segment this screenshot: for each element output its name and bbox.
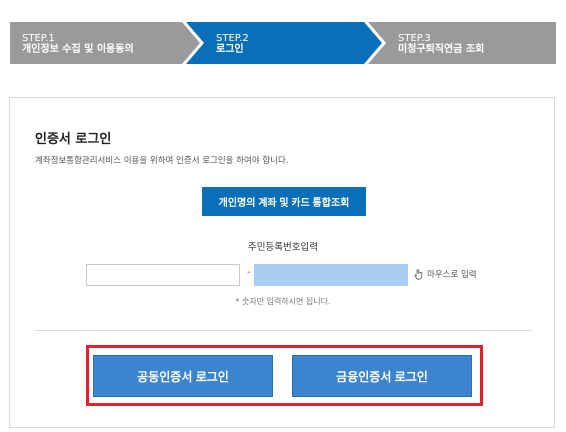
step-progress: STEP.1 개인정보 수집 및 이용동의 STEP.2 로그인 STEP.3 … <box>10 22 556 64</box>
step-1-number: STEP.1 <box>22 33 55 44</box>
finance-cert-login-button[interactable]: 금융인증서 로그인 <box>292 355 472 397</box>
account-card-inquiry-button[interactable]: 개인명의 계좌 및 카드 통합조회 <box>202 187 366 216</box>
step-3-label: 미청구퇴직연금 조회 <box>398 44 485 55</box>
step-1-label: 개인정보 수집 및 이용동의 <box>22 44 134 55</box>
hand-pointer-icon <box>414 268 424 280</box>
login-title: 인증서 로그인 <box>35 132 112 147</box>
step-2-number: STEP.2 <box>216 33 249 44</box>
divider <box>35 330 532 331</box>
resident-number-separator: - <box>247 267 251 278</box>
login-card: 인증서 로그인 계좌정보통합관리서비스 이용을 위하여 인증서 로그인을 하여야… <box>9 97 555 428</box>
step-2-label: 로그인 <box>216 44 244 55</box>
numeric-only-hint: * 숫자만 입력하시면 됩니다. <box>235 297 331 306</box>
login-description: 계좌정보통합관리서비스 이용을 위하여 인증서 로그인을 하여야 합니다. <box>35 156 289 166</box>
step-3-number: STEP.3 <box>398 33 431 44</box>
common-cert-login-button[interactable]: 공동인증서 로그인 <box>93 355 273 397</box>
mouse-input-label: 마우스로 입력 <box>427 270 477 280</box>
step-2: STEP.2 로그인 <box>216 33 249 55</box>
resident-number-label: 주민등록번호입력 <box>248 242 318 253</box>
mouse-input-button[interactable]: 마우스로 입력 <box>414 268 477 280</box>
resident-number-back-input[interactable] <box>254 264 408 286</box>
step-3: STEP.3 미청구퇴직연금 조회 <box>398 33 484 55</box>
step-1: STEP.1 개인정보 수집 및 이용동의 <box>22 33 134 55</box>
resident-number-front-input[interactable] <box>86 264 240 286</box>
